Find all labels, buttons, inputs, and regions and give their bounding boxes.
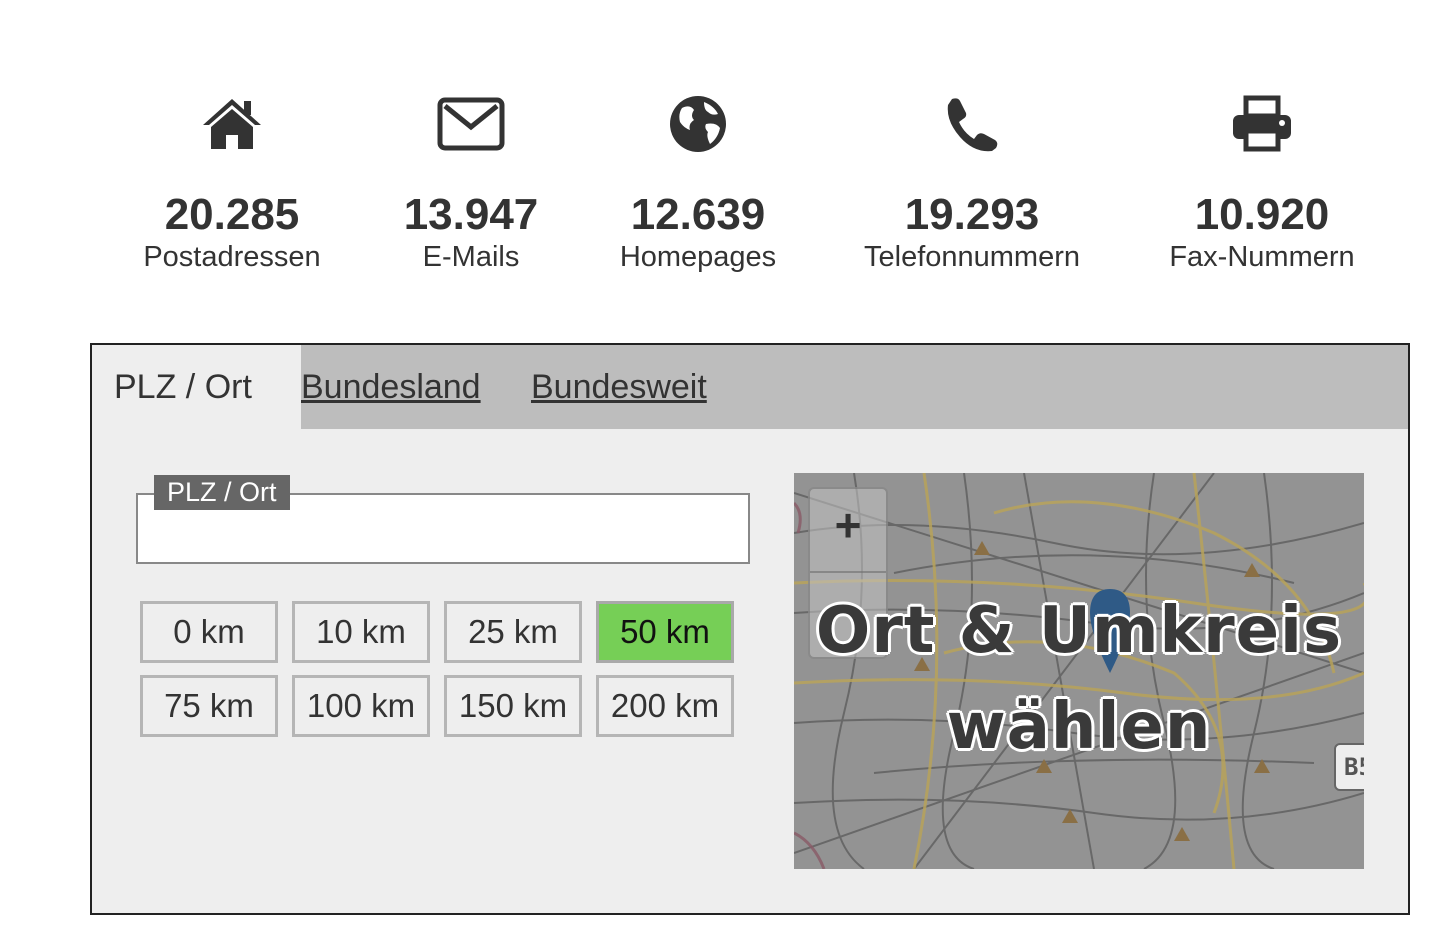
map-overlay-line1: Ort & Umkreis [815,594,1343,668]
plz-ort-input[interactable] [138,509,748,561]
stat-value: 10.920 [1194,190,1330,239]
radius-10km-button[interactable]: 10 km [292,601,430,663]
plz-ort-legend: PLZ / Ort [154,475,290,510]
tab-plz-ort[interactable]: PLZ / Ort [92,345,301,429]
map-overlay-line2: wählen [946,690,1212,764]
stat-value: 12.639 [630,190,766,239]
radius-25km-button[interactable]: 25 km [444,601,582,663]
tab-bundesland[interactable]: Bundesland [301,345,481,429]
stat-label: Homepages [619,241,777,273]
radius-0km-button[interactable]: 0 km [140,601,278,663]
phone-icon [822,88,1122,160]
radius-150km-button[interactable]: 150 km [444,675,582,737]
globe-icon [548,88,848,160]
stat-homepages: 12.639 Homepages [548,88,848,274]
stat-value: 19.293 [904,190,1040,239]
tab-bundesweit[interactable]: Bundesweit [531,345,707,429]
stat-fax-nummern: 10.920 Fax-Nummern [1112,88,1412,274]
stat-label: Fax-Nummern [1169,241,1355,273]
stat-label: Telefonnummern [864,241,1080,273]
radius-50km-button[interactable]: 50 km [596,601,734,663]
map-preview[interactable]: + B5 Ort & Umkreis wählen [794,473,1364,869]
zoom-separator [810,571,886,573]
zoom-in-button[interactable]: + [810,497,886,553]
printer-icon [1112,88,1412,160]
radius-75km-button[interactable]: 75 km [140,675,278,737]
stat-telefonnummern: 19.293 Telefonnummern [822,88,1122,274]
tab-bar: PLZ / Ort Bundesland Bundesweit [92,345,1408,429]
location-search-panel: PLZ / Ort Bundesland Bundesweit PLZ / Or… [90,343,1410,915]
radius-100km-button[interactable]: 100 km [292,675,430,737]
radius-200km-button[interactable]: 200 km [596,675,734,737]
map-overlay-label: Ort & Umkreis wählen [794,583,1364,775]
